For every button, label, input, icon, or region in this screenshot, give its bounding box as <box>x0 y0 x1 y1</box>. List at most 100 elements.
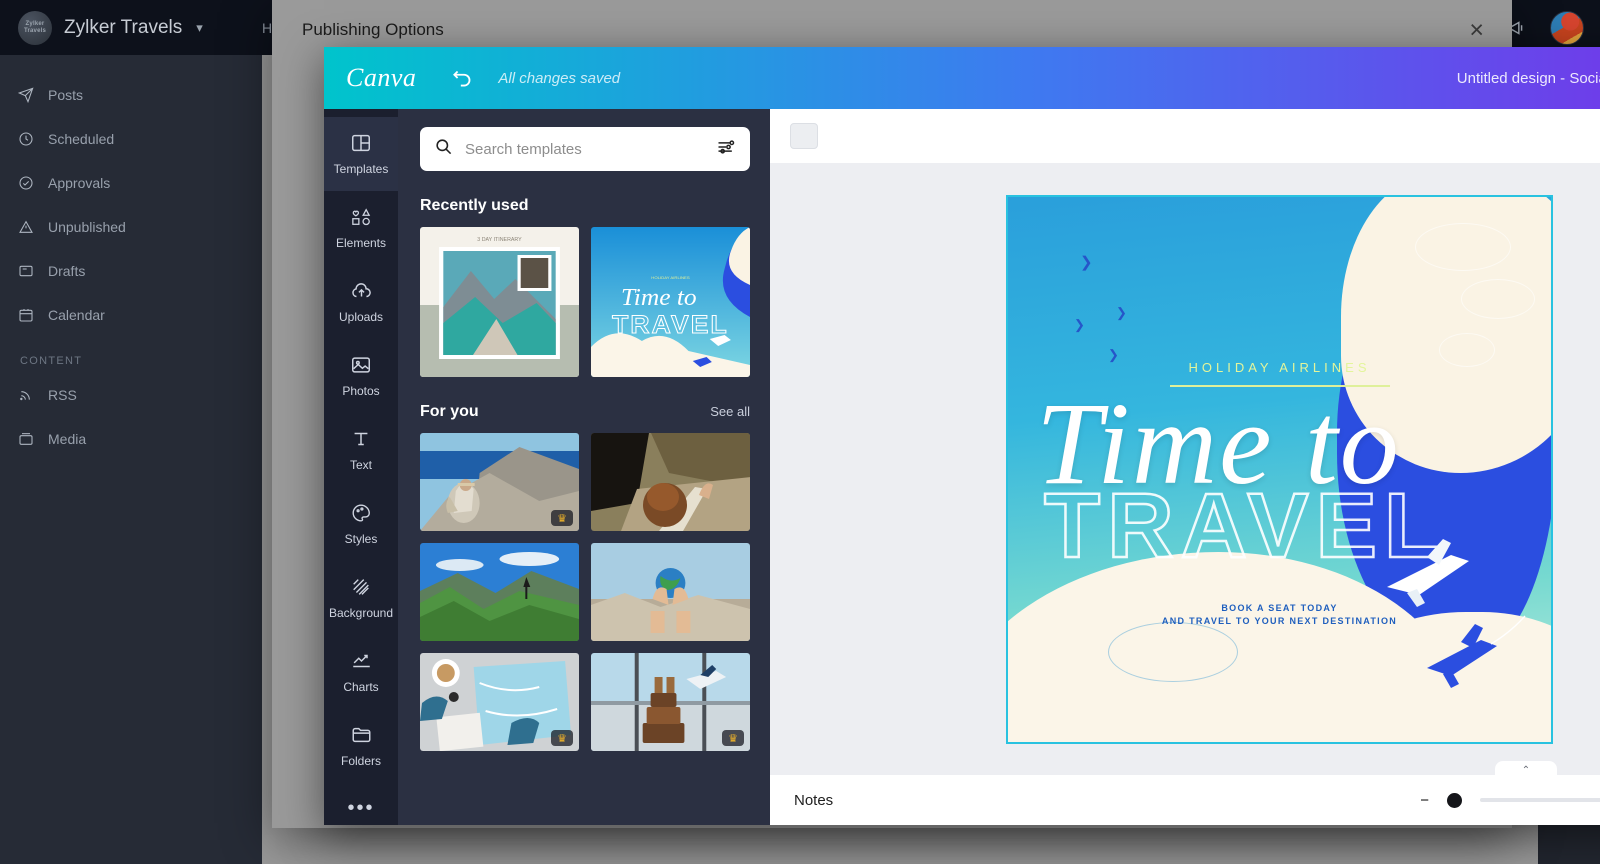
rail-item-folders[interactable]: Folders <box>324 709 398 783</box>
brand-block[interactable]: Zylker Travels Zylker Travels ▾ <box>0 10 262 45</box>
rail-item-text[interactable]: Text <box>324 413 398 487</box>
sidebar-item-calendar[interactable]: Calendar <box>0 293 262 337</box>
template-card-globe-in-hands[interactable] <box>591 543 750 641</box>
canvas-toolbar <box>770 109 1600 163</box>
design-canvas[interactable]: ❯ ❯ ❯ ❯ HOLIDAY AIRLINES Time to TRAVEL <box>1006 194 1553 744</box>
search-icon <box>434 137 453 161</box>
canva-editor: Canva All changes saved Untitled design … <box>324 47 1600 825</box>
sidebar-item-label: Drafts <box>48 263 86 279</box>
app-logo: Zylker Travels <box>18 10 52 45</box>
background-icon <box>350 576 372 601</box>
bird-icon: ❯ <box>1080 253 1093 271</box>
section-title: Recently used <box>420 197 529 214</box>
rail-item-styles[interactable]: Styles <box>324 487 398 561</box>
zoom-out-button[interactable]: − <box>1420 792 1429 809</box>
calendar-icon <box>18 307 34 323</box>
design-cta-line2: AND TRAVEL TO YOUR NEXT DESTINATION <box>1161 616 1398 627</box>
send-icon <box>18 87 34 103</box>
rail-item-templates[interactable]: Templates <box>324 117 398 191</box>
sidebar-item-rss[interactable]: RSS <box>0 373 262 417</box>
sidebar-item-media[interactable]: Media <box>0 417 262 461</box>
bird-icon: ❯ <box>1074 316 1085 332</box>
notes-label[interactable]: Notes <box>794 792 833 809</box>
cloud-outline <box>1415 222 1511 271</box>
rail-item-label: Photos <box>342 384 380 398</box>
search-input[interactable] <box>465 140 704 158</box>
sidebar-item-scheduled[interactable]: Scheduled <box>0 117 262 161</box>
canva-footer: ⌃ Notes − 52% ? <box>770 761 1600 825</box>
styles-icon <box>350 502 372 527</box>
uploads-icon <box>350 280 373 305</box>
rail-item-background[interactable]: Background <box>324 561 398 635</box>
publishing-options-dialog: Publishing Options × Canva All changes s… <box>272 0 1600 828</box>
template-card-mountain-summit[interactable] <box>420 543 579 641</box>
canva-body: Templates Elements Uploads Photos Text S… <box>324 109 1600 825</box>
template-card-map-planning[interactable]: ♛ <box>420 653 579 751</box>
canva-header: Canva All changes saved Untitled design … <box>324 47 1600 109</box>
document-name[interactable]: Untitled design - Social Media <box>1457 70 1600 87</box>
for-you-grid: ♛ ♛ ♛ <box>420 433 750 751</box>
bird-icon: ❯ <box>1116 304 1127 320</box>
search-bar[interactable] <box>420 127 750 171</box>
svg-text:HOLIDAY AIRLINES: HOLIDAY AIRLINES <box>651 275 690 280</box>
avatar[interactable] <box>1550 10 1584 45</box>
sidebar-item-drafts[interactable]: Drafts <box>0 249 262 293</box>
undo-icon[interactable] <box>450 65 476 91</box>
canva-logo[interactable]: Canva <box>346 63 416 93</box>
canvas-area: ❯ ❯ ❯ ❯ HOLIDAY AIRLINES Time to TRAVEL <box>770 163 1600 775</box>
sidebar-item-label: Posts <box>48 87 84 103</box>
rail-item-charts[interactable]: Charts <box>324 635 398 709</box>
template-card-itinerary[interactable]: 3 DAY ITINERARY <box>420 227 579 377</box>
zoom-controls: − 52% ? <box>1420 786 1600 814</box>
design-eyebrow: HOLIDAY AIRLINES <box>1188 359 1371 375</box>
rail-item-elements[interactable]: Elements <box>324 191 398 265</box>
close-icon[interactable]: × <box>1469 17 1484 43</box>
dialog-title: Publishing Options <box>302 20 444 39</box>
warning-icon <box>18 219 34 235</box>
svg-text:3 DAY ITINERARY: 3 DAY ITINERARY <box>477 237 522 243</box>
recently-used-grid: 3 DAY ITINERARY Time to TRAVEL HOLIDAY A… <box>420 227 750 377</box>
sidebar-item-unpublished[interactable]: Unpublished <box>0 205 262 249</box>
cloud-outline <box>1439 332 1495 367</box>
brand-name: Zylker Travels <box>64 16 183 38</box>
sidebar-item-posts[interactable]: Posts <box>0 73 262 117</box>
template-card-hiker-coast[interactable]: ♛ <box>420 433 579 531</box>
notes-expand-tab[interactable]: ⌃ <box>1495 761 1557 776</box>
rail-item-label: Charts <box>343 680 379 694</box>
sidebar-item-label: Approvals <box>48 175 111 191</box>
template-card-car-window-road[interactable] <box>591 433 750 531</box>
templates-panel: Recently used <box>398 109 787 825</box>
rail-item-label: Templates <box>333 162 389 176</box>
charts-icon <box>350 650 373 675</box>
design-cta: BOOK A SEAT TODAY AND TRAVEL TO YOUR NEX… <box>1162 602 1397 630</box>
section-title: For you <box>420 403 479 420</box>
svg-text:Time to: Time to <box>621 285 697 311</box>
rss-icon <box>18 387 34 403</box>
toolbar-color-swatch[interactable] <box>790 123 818 149</box>
photos-icon <box>350 354 372 379</box>
folders-icon <box>350 724 373 749</box>
rail-item-label: Text <box>349 458 372 472</box>
rail-item-label: Styles <box>344 532 378 546</box>
chevron-down-icon[interactable]: ▾ <box>196 20 203 36</box>
premium-crown-icon: ♛ <box>551 730 573 746</box>
sidebar-item-approvals[interactable]: Approvals <box>0 161 262 205</box>
canva-main: ❯ ❯ ❯ ❯ HOLIDAY AIRLINES Time to TRAVEL <box>770 109 1600 825</box>
bird-icon: ❯ <box>1108 346 1119 362</box>
sliders-icon[interactable] <box>716 137 736 162</box>
zoom-slider-track[interactable] <box>1480 798 1600 802</box>
svg-text:TRAVEL: TRAVEL <box>612 312 729 339</box>
template-card-time-to-travel[interactable]: Time to TRAVEL HOLIDAY AIRLINES <box>591 227 750 377</box>
template-card-airport-luggage[interactable]: ♛ <box>591 653 750 751</box>
zoom-slider-handle[interactable] <box>1447 792 1462 808</box>
drafts-icon <box>18 263 34 279</box>
rail-more-button[interactable]: ••• <box>347 797 374 820</box>
see-all-link[interactable]: See all <box>710 404 750 419</box>
text-icon <box>350 428 372 453</box>
rail-item-photos[interactable]: Photos <box>324 339 398 413</box>
plane-white-icon <box>1387 538 1469 607</box>
check-circle-icon <box>18 175 34 191</box>
rail-item-label: Elements <box>335 236 387 250</box>
rail-item-uploads[interactable]: Uploads <box>324 265 398 339</box>
media-icon <box>18 431 34 447</box>
